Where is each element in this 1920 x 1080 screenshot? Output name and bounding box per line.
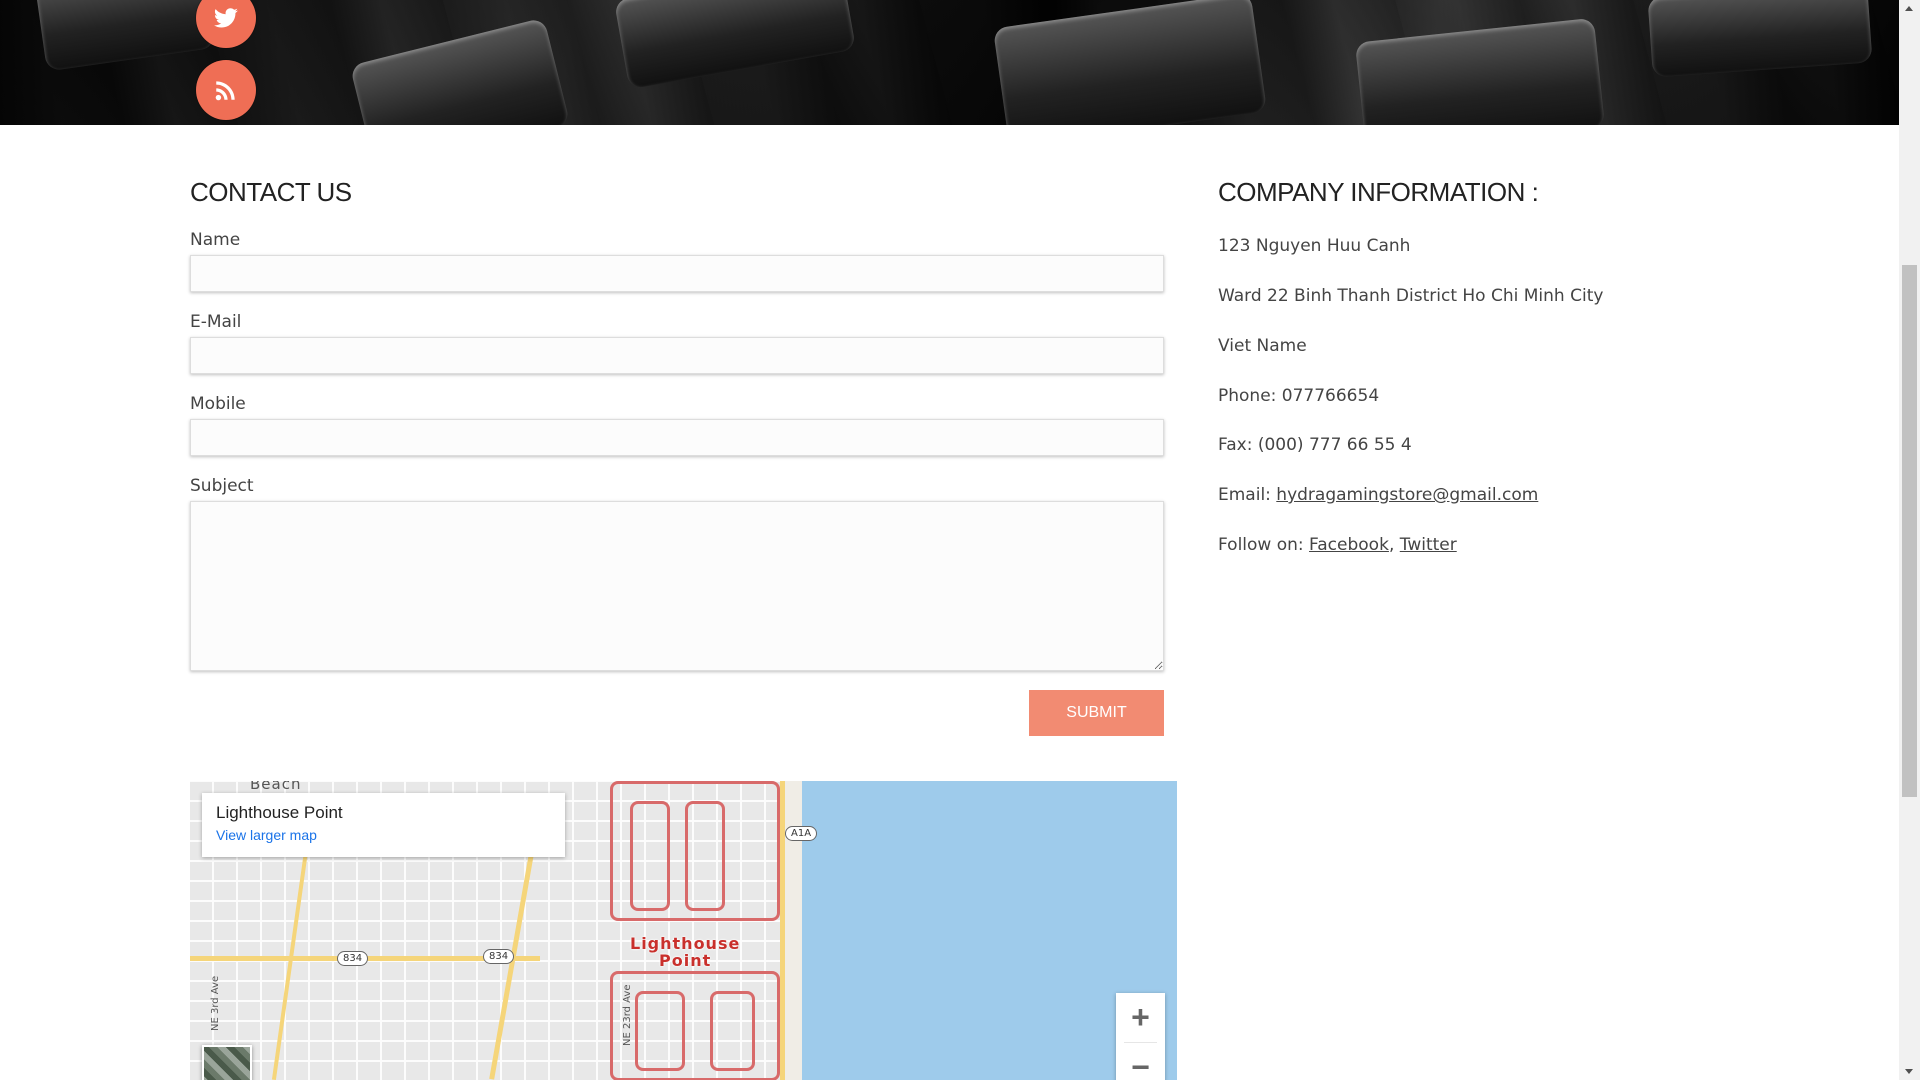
- mobile-label: Mobile: [190, 394, 246, 414]
- map-highlight-road: [685, 801, 725, 911]
- map-zoom-controls: + −: [1116, 993, 1165, 1080]
- keyboard-key-image: [992, 0, 1268, 125]
- scrollbar-thumb[interactable]: [1902, 265, 1917, 797]
- map-street-label: NE 23rd Ave: [622, 984, 633, 1047]
- twitter-icon: [214, 8, 238, 28]
- map-place-line-2: Point: [659, 951, 712, 970]
- map-road: [780, 781, 785, 1080]
- email-field[interactable]: [190, 337, 1164, 374]
- map-highlight-road: [630, 801, 670, 911]
- submit-button[interactable]: SUBMIT: [1029, 690, 1164, 736]
- address-line-2: Ward 22 Binh Thanh District Ho Chi Minh …: [1218, 286, 1604, 306]
- map-route-shield: 834: [337, 951, 369, 966]
- follow-line: Follow on: Facebook, Twitter: [1218, 535, 1457, 555]
- phone-line: Phone: 077766654: [1218, 386, 1380, 406]
- country-line: Viet Name: [1218, 336, 1307, 356]
- map-route-shield: 834: [483, 949, 515, 964]
- follow-prefix: Follow on:: [1218, 535, 1310, 555]
- email-label: E-Mail: [190, 312, 242, 332]
- keyboard-key-image: [613, 0, 857, 90]
- address-line-1: 123 Nguyen Huu Canh: [1218, 236, 1411, 256]
- view-larger-map-link[interactable]: View larger map: [216, 827, 551, 843]
- map-beach-label: Beach: [250, 781, 302, 793]
- scroll-up-arrow-icon[interactable]: [1905, 6, 1913, 11]
- keyboard-key-image: [34, 0, 216, 72]
- map-info-card: Lighthouse Point View larger map: [202, 793, 565, 857]
- keyboard-key-image: [1647, 0, 1873, 78]
- map-route-shield: A1A: [785, 826, 818, 841]
- email-prefix: Email:: [1218, 485, 1277, 505]
- email-line: Email: hydragamingstore@gmail.com: [1218, 485, 1538, 505]
- facebook-link[interactable]: Facebook: [1309, 535, 1389, 555]
- company-info-title: COMPANY INFORMATION :: [1218, 177, 1539, 207]
- contact-title: CONTACT US: [190, 177, 352, 207]
- follow-separator: ,: [1388, 535, 1400, 555]
- map-place-label: Lighthouse Point: [630, 935, 740, 969]
- zoom-out-button[interactable]: −: [1116, 1043, 1165, 1080]
- page-scrollbar[interactable]: [1899, 0, 1920, 1080]
- keyboard-key-image: [1354, 17, 1606, 125]
- twitter-link[interactable]: Twitter: [1400, 535, 1457, 555]
- satellite-toggle[interactable]: [202, 1045, 252, 1080]
- zoom-in-button[interactable]: +: [1116, 993, 1165, 1042]
- map-card-title: Lighthouse Point: [216, 803, 343, 822]
- map-place-line-1: Lighthouse: [630, 934, 741, 953]
- name-field[interactable]: [190, 255, 1164, 292]
- keyboard-key-image: [349, 17, 571, 125]
- subject-label: Subject: [190, 476, 254, 496]
- subject-field[interactable]: [190, 501, 1164, 671]
- hero-banner: [0, 0, 1899, 125]
- scroll-down-arrow-icon[interactable]: [1905, 1069, 1913, 1074]
- name-label: Name: [190, 230, 241, 250]
- google-map[interactable]: Beach Lighthouse Point A1A 834 834 NE 3r…: [190, 781, 1177, 1080]
- map-highlight-road: [635, 991, 685, 1071]
- map-highlight-road: [710, 991, 755, 1071]
- rss-icon: [215, 81, 235, 101]
- map-street-label: NE 3rd Ave: [210, 975, 221, 1031]
- mobile-field[interactable]: [190, 419, 1164, 456]
- rss-button[interactable]: [196, 60, 256, 120]
- fax-line: Fax: (000) 777 66 55 4: [1218, 435, 1412, 455]
- email-link[interactable]: hydragamingstore@gmail.com: [1276, 485, 1538, 505]
